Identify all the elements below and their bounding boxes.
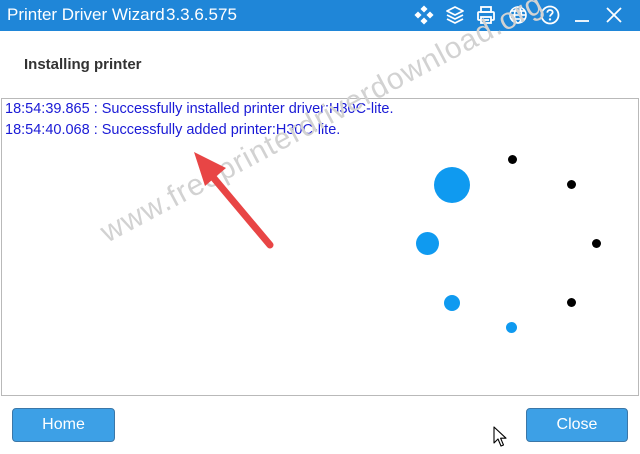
- app-title: Printer Driver Wizard: [7, 5, 165, 24]
- page-header: Installing printer: [0, 31, 640, 98]
- page-title: Installing printer: [24, 56, 142, 73]
- app-version: 3.3.6.575: [166, 5, 237, 24]
- footer: Home Close: [0, 396, 640, 454]
- apps-icon[interactable]: [413, 4, 435, 26]
- minimize-icon[interactable]: [571, 4, 593, 26]
- mouse-cursor-icon: [493, 426, 507, 447]
- home-button[interactable]: Home: [12, 408, 115, 442]
- install-log[interactable]: 18:54:39.865 : Successfully installed pr…: [1, 98, 639, 396]
- close-icon[interactable]: [603, 4, 625, 26]
- close-button[interactable]: Close: [526, 408, 628, 442]
- layers-icon[interactable]: [444, 4, 466, 26]
